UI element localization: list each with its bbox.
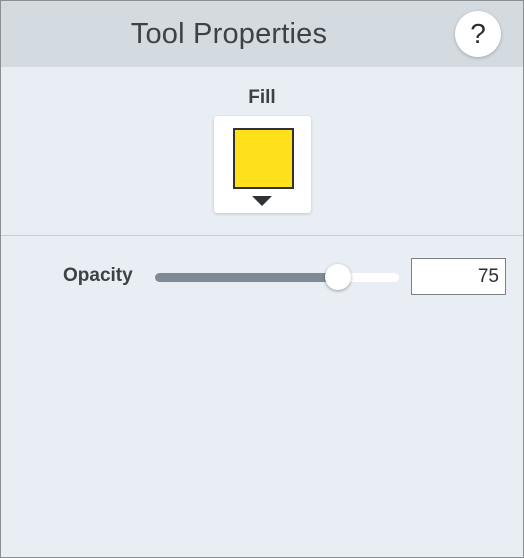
opacity-slider-thumb[interactable] (325, 264, 351, 290)
fill-label: Fill (248, 87, 276, 108)
question-mark-icon: ? (470, 18, 486, 49)
opacity-slider[interactable] (155, 263, 399, 293)
opacity-value-input[interactable] (411, 258, 506, 295)
fill-section: Fill (1, 67, 523, 235)
help-button[interactable]: ? (455, 11, 501, 57)
caret-down-icon (252, 196, 272, 206)
tool-properties-panel: Tool Properties ? Fill Opacity (0, 0, 524, 558)
panel-title: Tool Properties (130, 18, 328, 50)
fill-color-picker-button[interactable] (214, 116, 311, 213)
panel-header: Tool Properties ? (1, 1, 523, 67)
opacity-label: Opacity (63, 265, 133, 286)
section-divider (1, 235, 523, 236)
opacity-slider-fill (155, 273, 338, 282)
fill-color-swatch (233, 128, 294, 189)
